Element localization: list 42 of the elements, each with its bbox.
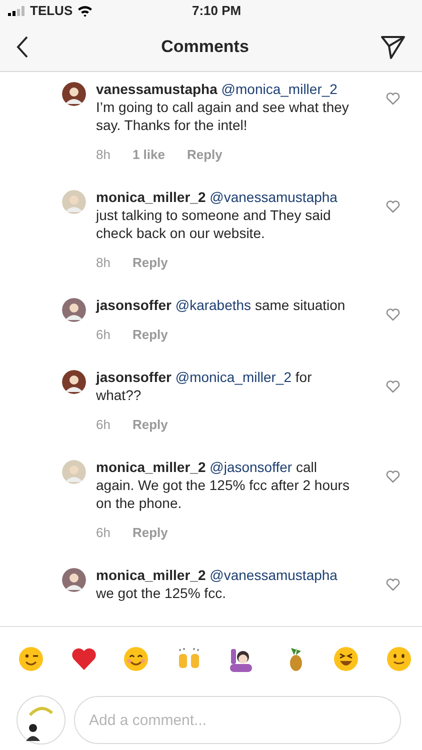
- page-title: Comments: [161, 36, 249, 58]
- heart-icon[interactable]: [386, 380, 400, 393]
- comment-text: monica_miller_2 @vanessamustapha just talking to someone and They said check back on our website.: [96, 188, 338, 242]
- username-link[interactable]: vanessamustapha: [96, 81, 218, 97]
- mention-link[interactable]: @jasonsoffer: [210, 459, 292, 475]
- slight-smile-emoji-icon[interactable]: [386, 646, 412, 672]
- comment-text: monica_miller_2 @vanessamustapha we got the 125% fcc.: [96, 566, 338, 602]
- username-link[interactable]: monica_miller_2: [96, 189, 206, 205]
- heart-icon[interactable]: [386, 308, 400, 321]
- username-link[interactable]: monica_miller_2: [96, 567, 206, 583]
- send-icon[interactable]: [380, 34, 406, 60]
- comment-time: 8h: [96, 146, 110, 164]
- laughing-emoji-icon[interactable]: [333, 646, 360, 672]
- comment-time: 8h: [96, 254, 110, 272]
- mention-link[interactable]: @monica_miller_2: [221, 81, 338, 97]
- status-time: 7:10 PM: [192, 2, 242, 20]
- wink-emoji-icon[interactable]: [18, 646, 44, 672]
- mention-link[interactable]: @monica_miller_2: [175, 369, 292, 385]
- heart-icon[interactable]: [386, 470, 400, 483]
- heart-icon[interactable]: [386, 578, 400, 591]
- wifi-icon: [76, 5, 93, 17]
- mention-link[interactable]: @vanessamustapha: [210, 189, 338, 205]
- comment-input[interactable]: Add a comment...: [74, 696, 401, 744]
- mention-link[interactable]: @vanessamustapha: [210, 567, 338, 583]
- comment-text: monica_miller_2 @jasonsoffer call again. We got the 125% fcc after 2 hours on the phone.: [96, 458, 350, 512]
- username-link[interactable]: monica_miller_2: [96, 459, 206, 475]
- heart-icon[interactable]: [386, 200, 400, 213]
- comment-time: 6h: [96, 326, 110, 344]
- username-link[interactable]: jasonsoffer: [96, 369, 172, 385]
- comment-text: jasonsoffer @karabeths same situation: [96, 296, 346, 314]
- signal-icon: [8, 6, 26, 16]
- mention-link[interactable]: @karabeths: [175, 297, 252, 313]
- smile-emoji-icon[interactable]: [123, 646, 150, 672]
- comment-time: 6h: [96, 416, 110, 434]
- heart-emoji-icon[interactable]: [70, 646, 97, 672]
- carrier-name: TELUS: [30, 2, 73, 20]
- comment-text: vanessamustapha @monica_miller_2 I’m going to call again and see what they say. Thanks for the intel!: [96, 80, 350, 134]
- username-link[interactable]: jasonsoffer: [96, 297, 172, 313]
- back-icon[interactable]: [16, 34, 30, 58]
- comment-text: jasonsoffer @monica_miller_2 for what??: [96, 368, 313, 404]
- comment-time: 6h: [96, 524, 110, 542]
- heart-icon[interactable]: [386, 92, 400, 105]
